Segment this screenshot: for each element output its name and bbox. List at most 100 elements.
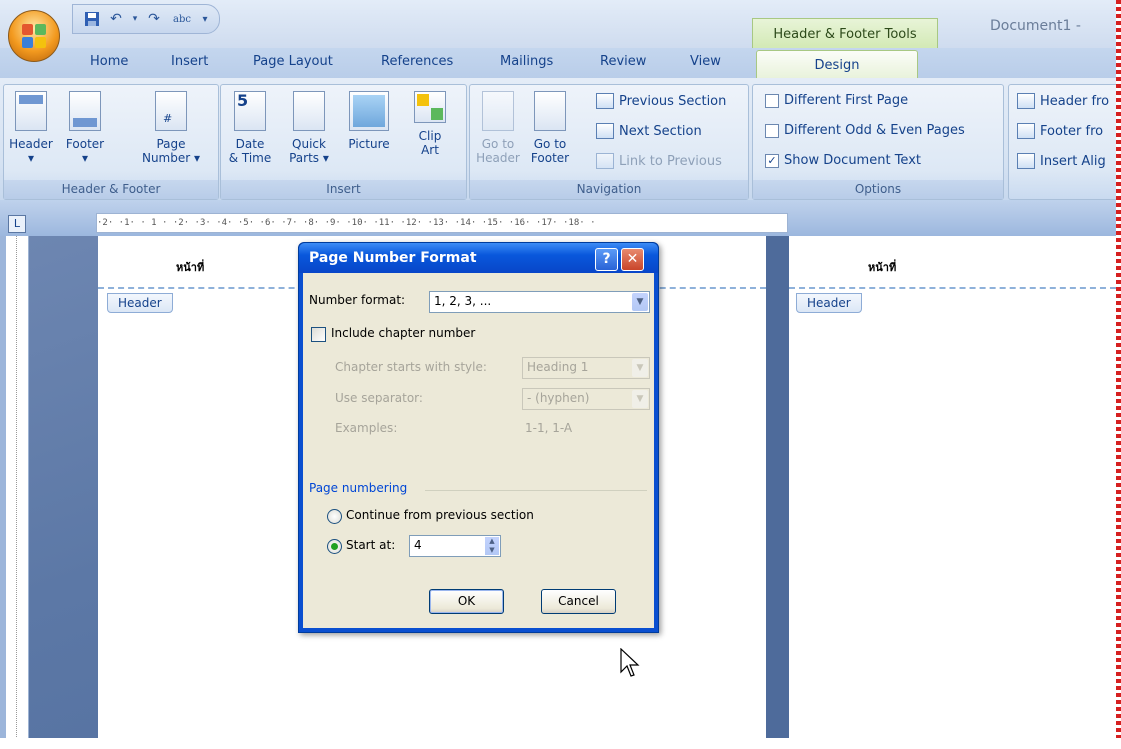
close-button[interactable]: ✕ [621,248,644,271]
tab-view[interactable]: View [690,54,721,69]
cancel-button[interactable]: Cancel [541,589,616,614]
ribbon-tabs: Home Insert Page Layout References Maili… [0,48,1121,78]
picture-icon [349,91,389,131]
tab-insert[interactable]: Insert [171,54,208,69]
header-from-top-field[interactable]: Header fro [1017,93,1109,109]
spelling-icon[interactable]: abc [169,10,195,28]
picture-button[interactable]: Picture [341,89,397,151]
go-to-header-button[interactable]: Go to Header [474,89,522,165]
mouse-pointer-icon [620,648,640,677]
ok-button[interactable]: OK [429,589,504,614]
position-group: Header fro Footer fro Insert Alig [1008,84,1121,200]
group-label-navigation: Navigation [470,180,748,199]
number-format-select[interactable]: 1, 2, 3, ... ▼ [429,291,650,313]
tab-home[interactable]: Home [90,54,128,69]
next-section-button[interactable]: Next Section [596,123,702,139]
start-at-label: Start at: [346,538,396,552]
save-icon[interactable] [83,10,101,28]
undo-icon[interactable]: ↶ [107,10,125,28]
header-text-left: หน้าที่ [176,261,205,274]
go-to-footer-icon [534,91,566,131]
group-label-options: Options [753,180,1003,199]
next-section-icon [596,123,614,139]
header-boundary-right [789,287,1116,289]
page-number-button[interactable]: # Page Number ▾ [136,89,206,165]
page-gap [766,236,789,749]
previous-section-button[interactable]: Previous Section [596,93,726,109]
checkbox-icon [765,93,779,108]
header-text-right: หน้าที่ [868,261,897,274]
vertical-ruler[interactable] [6,236,29,749]
go-to-footer-button[interactable]: Go to Footer [526,89,574,165]
page-number-icon: # [155,91,187,131]
group-label-insert: Insert [221,180,466,199]
show-document-text-checkbox[interactable]: ✓ Show Document Text [765,153,921,168]
tab-review[interactable]: Review [600,54,646,69]
date-time-button[interactable]: 5 Date & Time [225,89,275,165]
header-position-icon [1017,93,1035,109]
tab-references[interactable]: References [381,54,453,69]
previous-section-icon [596,93,614,109]
different-odd-even-checkbox[interactable]: Different Odd & Even Pages [765,123,965,138]
clip-art-icon [414,91,446,123]
use-separator-label: Use separator: [335,391,423,405]
options-group: Different First Page Different Odd & Eve… [752,84,1004,200]
undo-dropdown-icon[interactable]: ▾ [131,10,139,28]
examples-value: 1-1, 1-A [525,421,573,435]
examples-label: Examples: [335,421,398,435]
alignment-tab-icon [1017,153,1035,169]
tab-mailings[interactable]: Mailings [500,54,553,69]
chapter-style-select[interactable]: Heading 1 ▼ [522,357,650,379]
header-tab-right: Header [796,293,862,313]
clip-art-button[interactable]: Clip Art [405,89,455,157]
header-footer-group: Header ▾ Footer ▾ # Page Number ▾ Header… [3,84,219,200]
footer-position-icon [1017,123,1035,139]
spinner-arrows-icon[interactable]: ▲ ▼ [485,537,499,555]
start-at-spinner[interactable]: 4 ▲ ▼ [409,535,501,557]
different-first-page-checkbox[interactable]: Different First Page [765,93,908,108]
dialog-body: Number format: 1, 2, 3, ... ▼ Include ch… [303,273,654,628]
header-button[interactable]: Header ▾ [8,89,54,165]
header-tab-left: Header [107,293,173,313]
clipped-body-text [0,738,1121,749]
insert-group: 5 Date & Time Quick Parts ▾ Picture Clip… [220,84,467,200]
fieldset-divider [425,490,647,491]
customize-qat-icon[interactable]: ▾ [201,10,209,28]
footer-from-bottom-field[interactable]: Footer fro [1017,123,1103,139]
dialog-title: Page Number Format [309,250,477,266]
chevron-down-icon: ▼ [632,293,648,311]
include-chapter-checkbox[interactable] [311,327,326,342]
redo-icon[interactable]: ↷ [145,10,163,28]
tab-page-layout[interactable]: Page Layout [253,54,333,69]
page-number-format-dialog: Page Number Format ? ✕ Number format: 1,… [298,242,659,633]
start-at-radio[interactable] [327,539,342,554]
go-to-header-icon [482,91,514,131]
page-numbering-heading: Page numbering [309,481,408,495]
chevron-down-icon: ▼ [632,359,648,377]
chapter-starts-label: Chapter starts with style: [335,360,487,374]
checkbox-icon [765,123,779,138]
include-chapter-label: Include chapter number [331,326,476,340]
tab-selector-button[interactable]: L [8,215,26,233]
horizontal-ruler[interactable]: ·2· ·1· · 1 · ·2· ·3· ·4· ·5· ·6· ·7· ·8… [96,213,788,233]
separator-select[interactable]: - (hyphen) ▼ [522,388,650,410]
quick-parts-button[interactable]: Quick Parts ▾ [283,89,335,165]
header-page-icon [15,91,47,131]
quick-access-toolbar: ↶ ▾ ↷ abc ▾ [72,4,220,34]
continue-from-previous-radio[interactable] [327,509,342,524]
page-edge-marker [1116,0,1121,749]
link-icon [596,153,614,169]
help-button[interactable]: ? [595,248,618,271]
chevron-down-icon: ▼ [632,390,648,408]
footer-page-icon [69,91,101,131]
document-title: Document1 - [990,18,1081,34]
office-button[interactable] [8,10,60,62]
insert-alignment-tab-button[interactable]: Insert Alig [1017,153,1106,169]
checkmark-icon: ✓ [765,153,779,168]
link-to-previous-button[interactable]: Link to Previous [596,153,722,169]
dialog-title-bar[interactable]: Page Number Format ? ✕ [299,243,658,273]
office-logo-icon [22,24,46,48]
footer-button[interactable]: Footer ▾ [62,89,108,165]
tab-design[interactable]: Design [756,50,918,79]
calendar-icon: 5 [234,91,266,131]
